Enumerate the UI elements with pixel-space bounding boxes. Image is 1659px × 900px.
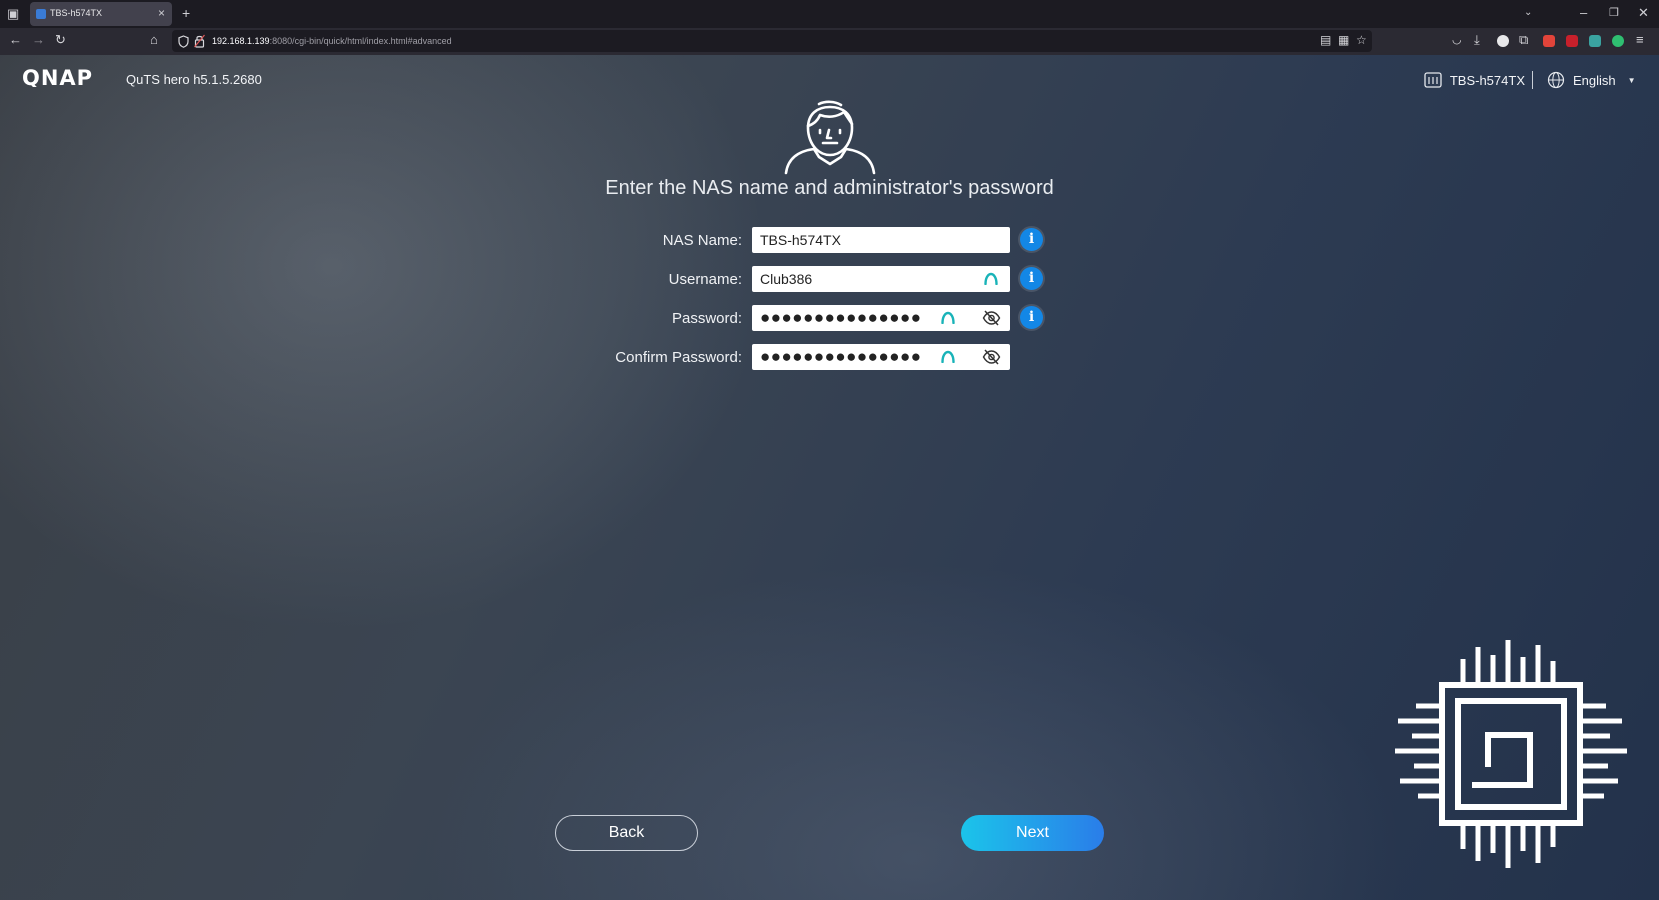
username-input[interactable]: Club386 bbox=[752, 266, 1010, 292]
confirm-password-row: Confirm Password: ●●●●●●●●●●●●●●● bbox=[500, 344, 1100, 370]
device-indicator: TBS-h574TX bbox=[1424, 70, 1525, 90]
restore-icon[interactable]: ❐ bbox=[1609, 6, 1619, 20]
downloads-icon[interactable]: ⤓ bbox=[1474, 33, 1480, 47]
device-name: TBS-h574TX bbox=[1449, 72, 1525, 88]
browser-tab[interactable]: TBS-h574TX × bbox=[30, 2, 172, 26]
window-close-icon[interactable]: ✕ bbox=[1638, 6, 1649, 20]
nas-name-input[interactable]: TBS-h574TX bbox=[752, 227, 1010, 253]
globe-icon bbox=[1547, 71, 1565, 89]
password-label: Password: bbox=[671, 310, 742, 327]
language-label: English bbox=[1573, 72, 1616, 88]
tab-favicon-icon bbox=[36, 9, 46, 19]
password-row: Password: ●●●●●●●●●●●●●●● i bbox=[500, 305, 1100, 331]
password-input[interactable]: ●●●●●●●●●●●●●●● bbox=[752, 305, 1010, 331]
reader-view-icon[interactable]: ▤ bbox=[1320, 33, 1331, 47]
app-menu-icon[interactable]: ≡ bbox=[1636, 33, 1644, 47]
password-manager-icon[interactable] bbox=[984, 272, 998, 285]
confirm-password-label: Confirm Password: bbox=[615, 349, 742, 366]
home-icon[interactable]: ⌂ bbox=[150, 33, 158, 47]
os-version: QuTS hero h5.1.5.2680 bbox=[126, 72, 262, 87]
confirm-password-input[interactable]: ●●●●●●●●●●●●●●● bbox=[752, 344, 1010, 370]
browser-nav-bar: ← → ↻ ⌂ 192.168.1.139:8080/cgi-bin/quick… bbox=[0, 28, 1659, 55]
url-text: 192.168.1.139:8080/cgi-bin/quick/html/in… bbox=[212, 36, 452, 46]
browser-tab-bar: ▣ TBS-h574TX × + ⌄ – ❐ ✕ bbox=[0, 0, 1659, 28]
user-avatar-icon bbox=[784, 100, 876, 175]
shield-icon[interactable] bbox=[178, 35, 189, 48]
password-info-icon[interactable]: i bbox=[1020, 306, 1043, 329]
back-arrow-icon[interactable]: ← bbox=[9, 33, 22, 47]
page-heading: Enter the NAS name and administrator's p… bbox=[605, 177, 1054, 199]
nas-device-icon bbox=[1424, 72, 1442, 88]
account-icon[interactable] bbox=[1497, 35, 1509, 47]
header-divider bbox=[1532, 71, 1533, 89]
forward-arrow-icon[interactable]: → bbox=[32, 33, 45, 47]
ad-blocker-extension-icon[interactable] bbox=[1543, 35, 1555, 47]
url-path: :8080/cgi-bin/quick/html/index.html#adva… bbox=[269, 36, 452, 46]
chip-icon bbox=[1395, 640, 1627, 868]
extensions-icon[interactable]: ⧉ bbox=[1519, 33, 1528, 47]
new-tab-icon[interactable]: + bbox=[182, 6, 190, 20]
minimize-icon[interactable]: – bbox=[1580, 6, 1587, 20]
username-row: Username: Club386 i bbox=[500, 266, 1100, 292]
password-manager-icon[interactable] bbox=[941, 350, 955, 363]
insecure-lock-icon[interactable] bbox=[194, 34, 205, 48]
address-bar[interactable]: 192.168.1.139:8080/cgi-bin/quick/html/in… bbox=[172, 30, 1372, 52]
nas-name-value: TBS-h574TX bbox=[760, 232, 841, 248]
username-value: Club386 bbox=[760, 271, 813, 287]
tab-overflow-chevron-icon[interactable]: ⌄ bbox=[1524, 6, 1532, 20]
red-extension-icon[interactable] bbox=[1566, 35, 1578, 47]
nas-name-info-icon[interactable]: i bbox=[1020, 228, 1043, 251]
username-info-icon[interactable]: i bbox=[1020, 267, 1043, 290]
language-selector[interactable]: English ▼ bbox=[1547, 70, 1636, 90]
qnap-logo: QNAP bbox=[22, 69, 93, 87]
chevron-down-icon: ▼ bbox=[1627, 75, 1636, 85]
confirm-password-value: ●●●●●●●●●●●●●●● bbox=[760, 347, 922, 366]
pocket-icon[interactable]: ◡ bbox=[1452, 33, 1462, 47]
reload-icon[interactable]: ↻ bbox=[55, 33, 66, 47]
tab-list-icon[interactable]: ▣ bbox=[7, 7, 19, 21]
back-button[interactable]: Back bbox=[555, 815, 698, 851]
tab-title: TBS-h574TX bbox=[50, 8, 103, 18]
password-value: ●●●●●●●●●●●●●●● bbox=[760, 308, 922, 327]
bookmark-star-icon[interactable]: ☆ bbox=[1356, 33, 1367, 47]
teal-extension-icon[interactable] bbox=[1589, 35, 1601, 47]
green-extension-icon[interactable] bbox=[1612, 35, 1624, 47]
svg-text:QNAP: QNAP bbox=[22, 69, 93, 87]
qnap-setup-page: QNAP QuTS hero h5.1.5.2680 TBS-h574TX En… bbox=[0, 55, 1659, 900]
qr-code-icon[interactable]: ▦ bbox=[1338, 33, 1349, 47]
username-label: Username: bbox=[668, 271, 742, 288]
next-button[interactable]: Next bbox=[961, 815, 1104, 851]
url-host: 192.168.1.139 bbox=[212, 36, 270, 46]
eye-slash-icon[interactable] bbox=[982, 349, 1001, 365]
password-manager-icon[interactable] bbox=[941, 311, 955, 324]
nas-name-label: NAS Name: bbox=[662, 232, 742, 249]
nas-name-row: NAS Name: TBS-h574TX i bbox=[500, 227, 1100, 253]
eye-slash-icon[interactable] bbox=[982, 310, 1001, 326]
tab-close-icon[interactable]: × bbox=[158, 6, 165, 20]
